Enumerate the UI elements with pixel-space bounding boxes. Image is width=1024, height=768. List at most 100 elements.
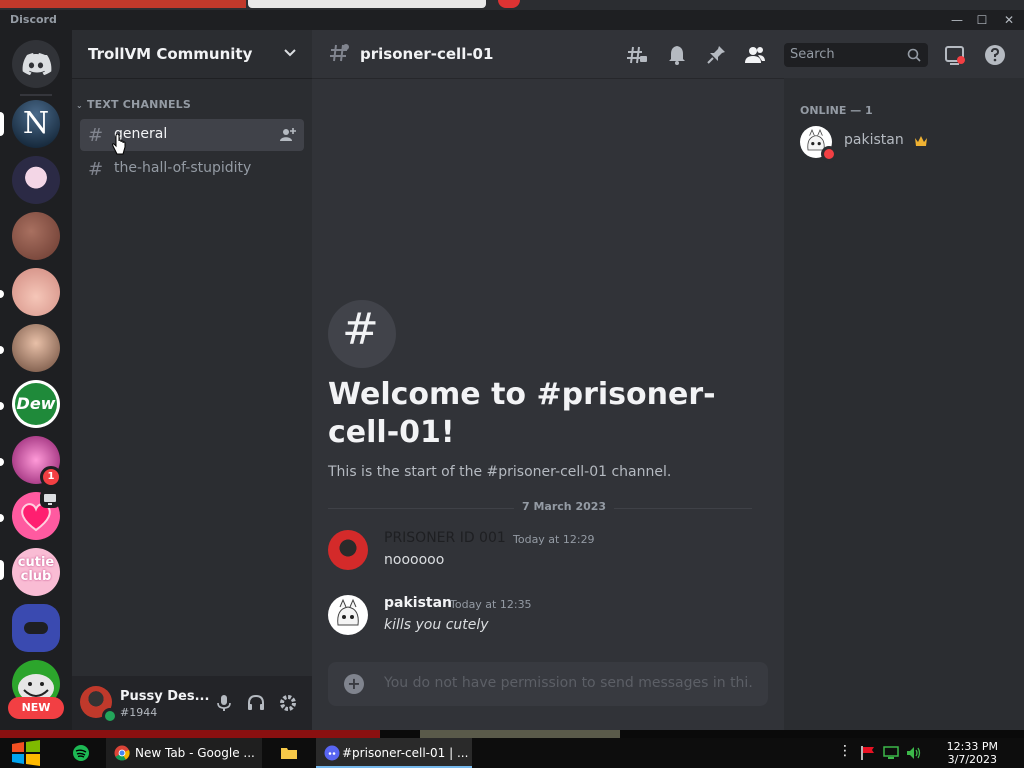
taskbar-chrome[interactable]: New Tab - Google ... [106,738,262,768]
host-background-strip [0,730,1024,738]
overflow-menu-icon[interactable]: ⋮ [838,743,852,759]
mention-badge: 1 [40,466,62,488]
message-composer: + [328,662,768,706]
guild-header[interactable]: TrollVM Community [72,30,312,79]
dnd-status-indicator [821,146,837,162]
message-input[interactable] [384,675,754,691]
folder-icon[interactable] [280,744,298,762]
unread-pill [0,402,4,410]
channel-toolbar: prisoner-cell-01 [312,30,1024,79]
server-icon-cutie-club[interactable]: cutie club [12,548,60,596]
date-divider-label: 7 March 2023 [514,500,615,513]
message-body: kills you cutely [384,617,489,633]
avatar-art-icon [337,598,359,626]
message-avatar[interactable] [328,530,368,570]
server-icon-3[interactable] [12,212,60,260]
unread-pill [0,458,4,466]
new-badge[interactable]: NEW [8,697,64,719]
threads-icon[interactable] [626,44,648,66]
channel-the-hall-of-stupidity[interactable]: # the-hall-of-stupidity [80,153,304,185]
add-member-icon[interactable] [280,127,296,143]
screen-share-indicator [40,490,60,508]
screen-icon [44,494,56,505]
server-icon-anime[interactable] [12,156,60,204]
chrome-icon [114,745,130,761]
welcome-title: Welcome to #prisoner-cell-01! [328,377,716,450]
microphone-icon[interactable] [214,693,234,713]
host-tab-1 [0,0,246,8]
search-input[interactable] [790,47,900,62]
channel-title: prisoner-cell-01 [360,45,494,63]
user-name[interactable]: Pussy Des... [120,689,209,704]
category-text-channels[interactable]: ⌄ TEXT CHANNELS [76,98,191,111]
network-icon[interactable] [883,745,899,761]
discord-icon [324,745,340,761]
selected-pill [0,560,4,580]
volume-icon[interactable] [906,745,922,761]
user-panel: Pussy Des... #1944 [72,676,312,730]
unread-pill [0,112,4,136]
member-group-header: ONLINE — 1 [800,104,873,117]
server-glyph-shape [24,622,48,634]
unread-pill [0,290,4,298]
message-timestamp: Today at 12:29 [513,533,595,546]
close-button[interactable]: ✕ [998,11,1020,29]
chevron-down-icon [284,49,296,57]
host-bg-image [420,730,620,738]
server-glyph: Dew [15,383,57,425]
chat-area: # Welcome to #prisoner-cell-01! This is … [312,30,784,730]
server-icon-5[interactable] [12,324,60,372]
member-list-icon[interactable] [744,44,766,66]
bell-icon[interactable] [666,44,688,66]
unread-pill [0,346,4,354]
channel-sidebar: TrollVM Community ⌄ TEXT CHANNELS # gene… [72,30,312,730]
message[interactable]: PRISONER ID 001 Today at 12:29 noooooo [328,530,768,574]
hash-icon: # [88,159,104,180]
discord-logo-icon [22,53,52,76]
welcome-hash-badge: # [328,300,396,368]
server-icon-n[interactable]: N [12,100,60,148]
online-status-indicator [102,708,118,724]
member-item[interactable]: pakistan [792,122,1016,162]
gear-icon[interactable] [278,693,298,713]
search-box[interactable] [784,43,928,67]
clock-time: 12:33 PM [946,740,998,753]
guild-name: TrollVM Community [88,45,253,63]
server-glyph: N [12,100,60,148]
help-icon[interactable] [984,44,1006,66]
server-icon-mtn-dew[interactable]: Dew [12,380,60,428]
headphones-icon[interactable] [246,693,266,713]
message-avatar[interactable] [328,595,368,635]
server-rail: N Dew 1 cutie club NEW [0,30,72,730]
message-author[interactable]: PRISONER ID 001 [384,530,506,546]
taskbar-discord[interactable]: #prisoner-cell-01 | ... [316,738,472,768]
host-window-strip [0,0,1024,10]
minimize-button[interactable]: — [946,11,968,29]
message-body: noooooo [384,552,445,568]
server-icon-10[interactable] [12,604,60,652]
mouse-cursor-icon [112,134,126,155]
flag-icon[interactable] [860,745,876,761]
hash-icon: # [342,304,379,355]
date-divider: 7 March 2023 [328,500,752,513]
welcome-subtitle: This is the start of the #prisoner-cell-… [328,464,672,480]
message[interactable]: pakistan Today at 12:35 kills you cutely [328,595,768,639]
chevron-down-icon: ⌄ [76,101,83,110]
attach-plus-icon: + [344,674,364,694]
message-timestamp: Today at 12:35 [450,598,532,611]
taskbar-clock[interactable]: 12:33 PM 3/7/2023 [947,740,998,766]
member-name: pakistan [844,132,904,148]
home-button[interactable] [12,40,60,88]
unread-pill [0,514,4,522]
pin-icon[interactable] [705,44,727,66]
maximize-button[interactable]: ☐ [971,11,993,29]
host-tab-2 [248,0,486,8]
category-label: TEXT CHANNELS [86,98,192,111]
windows-start-icon[interactable] [10,740,42,766]
rail-separator [20,94,52,96]
message-author[interactable]: pakistan [384,595,452,611]
inbox-icon[interactable] [944,44,966,66]
host-bg-red [0,730,380,738]
spotify-icon[interactable] [72,744,90,762]
server-icon-4[interactable] [12,268,60,316]
